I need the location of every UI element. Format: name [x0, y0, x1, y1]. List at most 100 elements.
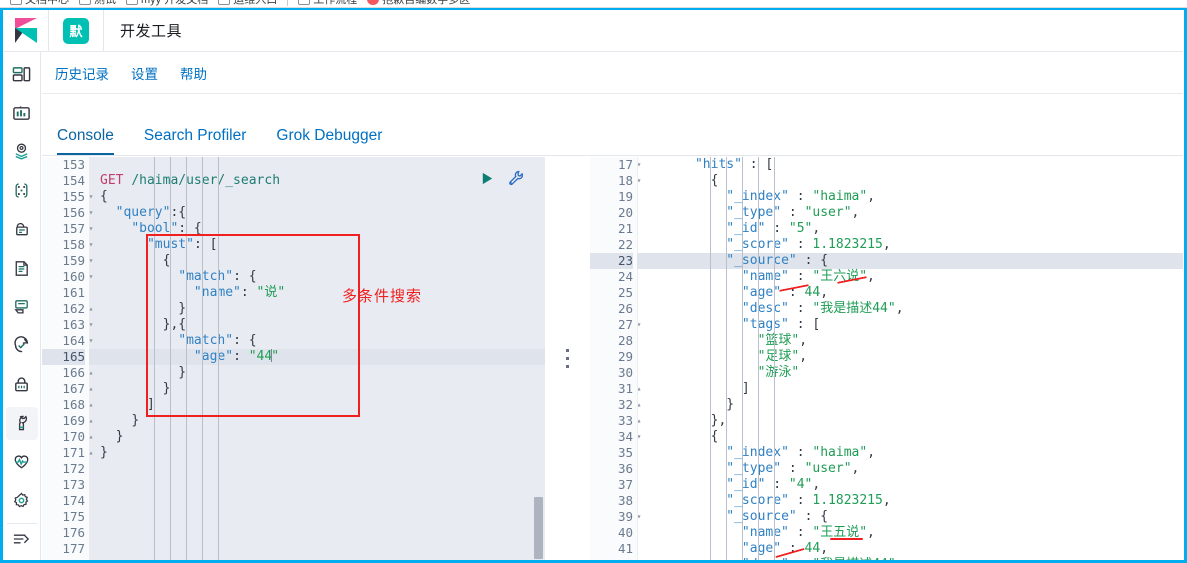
- gutter-line[interactable]: 22: [590, 237, 633, 253]
- code-line[interactable]: "age": "44": [100, 349, 545, 365]
- response-editor-code[interactable]: "hits" : [ { "_index" : "haima", "_type"…: [648, 157, 1183, 560]
- gutter-line[interactable]: 37: [590, 477, 633, 493]
- fold-toggle-icon[interactable]: ▾: [86, 333, 96, 349]
- code-line[interactable]: "游泳": [648, 365, 1183, 381]
- code-line[interactable]: "_source" : {: [648, 253, 1183, 269]
- gutter-line[interactable]: 159 ▾: [42, 253, 93, 269]
- code-line[interactable]: ]: [100, 397, 545, 413]
- fold-toggle-icon[interactable]: ▾: [86, 237, 96, 253]
- code-line[interactable]: [100, 493, 545, 509]
- gutter-line[interactable]: 174: [42, 493, 85, 509]
- fold-toggle-icon[interactable]: ▴: [86, 365, 96, 381]
- gutter-line[interactable]: 154: [42, 173, 85, 189]
- sidebar-item-ml[interactable]: [6, 174, 38, 207]
- gutter-line[interactable]: 36: [590, 461, 633, 477]
- gutter-line[interactable]: 32 ▴: [590, 397, 641, 413]
- code-line[interactable]: "hits" : [: [648, 157, 1183, 173]
- sidebar-item-dashboard[interactable]: [6, 58, 38, 91]
- request-editor-pane[interactable]: 153 154 155 ▾ 156 ▾ 157 ▾ 158 ▾ 159 ▾ 160 ▾ 161 162 ▴ 163…: [42, 157, 545, 560]
- bookmark-item[interactable]: 运维入口: [218, 0, 277, 7]
- request-editor-scrollbar[interactable]: [534, 157, 545, 560]
- sidebar-item-uptime[interactable]: [6, 329, 38, 362]
- code-line[interactable]: ]: [648, 381, 1183, 397]
- gutter-line[interactable]: 156 ▾: [42, 205, 93, 221]
- play-icon[interactable]: [480, 170, 495, 186]
- response-output-pane[interactable]: 17▾18▾1920212223▾24252627▾28293031▴32▴33…: [590, 157, 1183, 560]
- fold-toggle-icon[interactable]: ▾: [634, 317, 644, 333]
- code-line[interactable]: "_type" : "user",: [648, 205, 1183, 221]
- gutter-line[interactable]: 167 ▴: [42, 381, 93, 397]
- gutter-line[interactable]: 153: [42, 157, 85, 173]
- fold-toggle-icon[interactable]: ▾: [86, 205, 96, 221]
- fold-toggle-icon[interactable]: ▾: [86, 317, 96, 333]
- sidebar-item-infrastructure[interactable]: [6, 213, 38, 246]
- code-line[interactable]: "_id" : "5",: [648, 221, 1183, 237]
- gutter-line[interactable]: 27 ▾: [590, 317, 641, 333]
- sidebar-item-apm[interactable]: [6, 291, 38, 324]
- code-line[interactable]: GET /haima/user/_search: [100, 173, 545, 189]
- kibana-logo-icon[interactable]: [4, 18, 48, 43]
- fold-toggle-icon[interactable]: ▴: [634, 413, 644, 429]
- tab-search-profiler[interactable]: Search Profiler: [144, 127, 247, 156]
- fold-toggle-icon[interactable]: ▾: [86, 221, 96, 237]
- code-line[interactable]: "_id" : "4",: [648, 477, 1183, 493]
- sidebar-item-dev-tools[interactable]: [5, 406, 38, 440]
- fold-toggle-icon[interactable]: ▴: [86, 429, 96, 445]
- code-line[interactable]: },{: [100, 317, 545, 333]
- code-line[interactable]: "desc" : "我是描述44",: [648, 557, 1183, 560]
- code-line[interactable]: }: [100, 381, 545, 397]
- bookmark-item[interactable]: 文档中心: [10, 0, 69, 7]
- fold-toggle-icon[interactable]: ▾: [634, 509, 644, 525]
- code-line[interactable]: "_score" : 1.1823215,: [648, 237, 1183, 253]
- gutter-line[interactable]: 166 ▴: [42, 365, 93, 381]
- sidebar-item-canvas[interactable]: [6, 97, 38, 130]
- gutter-line[interactable]: 157 ▾: [42, 221, 93, 237]
- gutter-line[interactable]: 39 ▾: [590, 509, 641, 525]
- gutter-line[interactable]: 168 ▴: [42, 397, 93, 413]
- code-line[interactable]: [100, 157, 545, 173]
- code-line[interactable]: }: [100, 429, 545, 445]
- collapse-nav-button[interactable]: [12, 531, 31, 552]
- gutter-line[interactable]: 173: [42, 477, 85, 493]
- fold-toggle-icon[interactable]: ▴: [86, 445, 96, 461]
- code-line[interactable]: },: [648, 413, 1183, 429]
- bookmark-item[interactable]: 工作流程: [298, 0, 357, 7]
- gutter-line[interactable]: 155 ▾: [42, 189, 93, 205]
- code-line[interactable]: [100, 477, 545, 493]
- space-badge[interactable]: 默: [63, 17, 89, 44]
- bookmark-item[interactable]: myy 开发文档: [126, 0, 208, 7]
- code-line[interactable]: [100, 461, 545, 477]
- code-line[interactable]: "match": {: [100, 333, 545, 349]
- gutter-line[interactable]: 20: [590, 205, 633, 221]
- gutter-line[interactable]: 34 ▾: [590, 429, 641, 445]
- gutter-line[interactable]: 170 ▴: [42, 429, 93, 445]
- gutter-line[interactable]: 26: [590, 301, 633, 317]
- code-line[interactable]: "name" : "王六说",: [648, 269, 1183, 285]
- code-line[interactable]: "tags" : [: [648, 317, 1183, 333]
- gutter-line[interactable]: 25: [590, 285, 633, 301]
- gutter-line[interactable]: 169 ▴: [42, 413, 93, 429]
- code-line[interactable]: }: [100, 301, 545, 317]
- gutter-line[interactable]: 21: [590, 221, 633, 237]
- subnav-history[interactable]: 历史记录: [55, 63, 109, 83]
- fold-toggle-icon[interactable]: ▾: [86, 189, 96, 205]
- subnav-settings[interactable]: 设置: [131, 63, 158, 83]
- sidebar-item-management[interactable]: [6, 484, 38, 517]
- gutter-line[interactable]: 172: [42, 461, 85, 477]
- sidebar-item-siem[interactable]: [6, 368, 38, 401]
- fold-toggle-icon[interactable]: ▾: [86, 269, 96, 285]
- code-line[interactable]: [100, 541, 545, 557]
- fold-toggle-icon[interactable]: ▾: [634, 429, 644, 445]
- fold-toggle-icon[interactable]: ▴: [86, 397, 96, 413]
- code-line[interactable]: "match": {: [100, 269, 545, 285]
- request-editor-code[interactable]: GET /haima/user/_search{ "query":{ "bool…: [100, 157, 545, 560]
- gutter-line[interactable]: 42: [590, 557, 633, 560]
- pane-splitter[interactable]: [545, 157, 590, 560]
- code-line[interactable]: {: [648, 173, 1183, 189]
- code-line[interactable]: "_score" : 1.1823215,: [648, 493, 1183, 509]
- code-line[interactable]: }: [100, 413, 545, 429]
- code-line[interactable]: "_type" : "user",: [648, 461, 1183, 477]
- code-line[interactable]: "age" : 44,: [648, 285, 1183, 301]
- gutter-line[interactable]: 23▾: [590, 253, 641, 269]
- code-line[interactable]: "bool": {: [100, 221, 545, 237]
